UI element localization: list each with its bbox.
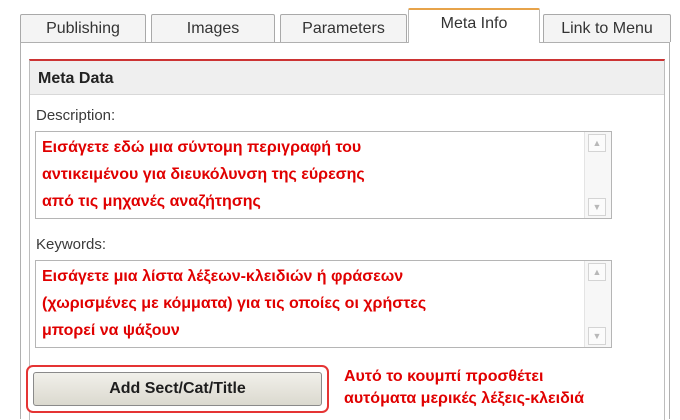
tab-label: Images (186, 19, 240, 37)
description-label: Description: (36, 107, 116, 124)
description-text: Εισάγετε εδώ μια σύντομη περιγραφή του α… (42, 139, 365, 210)
keywords-text: Εισάγετε μια λίστα λέξεων-κλειδιών ή φρά… (42, 268, 427, 339)
button-annotation: Αυτό το κουμπί προσθέτει αυτόματα μερικέ… (344, 368, 585, 407)
scroll-down-icon[interactable]: ▼ (588, 327, 606, 345)
keywords-scrollbar[interactable]: ▲ ▼ (584, 261, 611, 347)
keywords-label: Keywords: (36, 236, 107, 253)
fieldset-title: Meta Data (30, 61, 664, 95)
tab-images[interactable]: Images (151, 14, 275, 42)
meta-info-panel: Meta Data Description: Εισάγετε εδώ μια … (20, 42, 670, 420)
tab-label: Meta Info (440, 15, 508, 32)
tab-link-to-menu[interactable]: Link to Menu (543, 14, 671, 42)
scroll-up-icon[interactable]: ▲ (588, 134, 606, 152)
keywords-textarea[interactable]: Εισάγετε μια λίστα λέξεων-κλειδιών ή φρά… (35, 260, 612, 348)
scroll-down-icon[interactable]: ▼ (588, 198, 606, 216)
tab-label: Publishing (46, 19, 120, 37)
description-scrollbar[interactable]: ▲ ▼ (584, 132, 611, 218)
add-sect-cat-title-button[interactable]: Add Sect/Cat/Title (33, 372, 322, 406)
button-highlight: Add Sect/Cat/Title (26, 365, 329, 413)
scroll-up-icon[interactable]: ▲ (588, 263, 606, 281)
tab-bar: Publishing Images Parameters Meta Info L… (20, 8, 680, 43)
tab-parameters[interactable]: Parameters (280, 14, 407, 42)
tab-label: Link to Menu (561, 19, 653, 37)
tab-label: Parameters (302, 19, 385, 37)
description-textarea[interactable]: Εισάγετε εδώ μια σύντομη περιγραφή του α… (35, 131, 612, 219)
tab-publishing[interactable]: Publishing (20, 14, 146, 42)
tab-meta-info[interactable]: Meta Info (408, 8, 540, 43)
